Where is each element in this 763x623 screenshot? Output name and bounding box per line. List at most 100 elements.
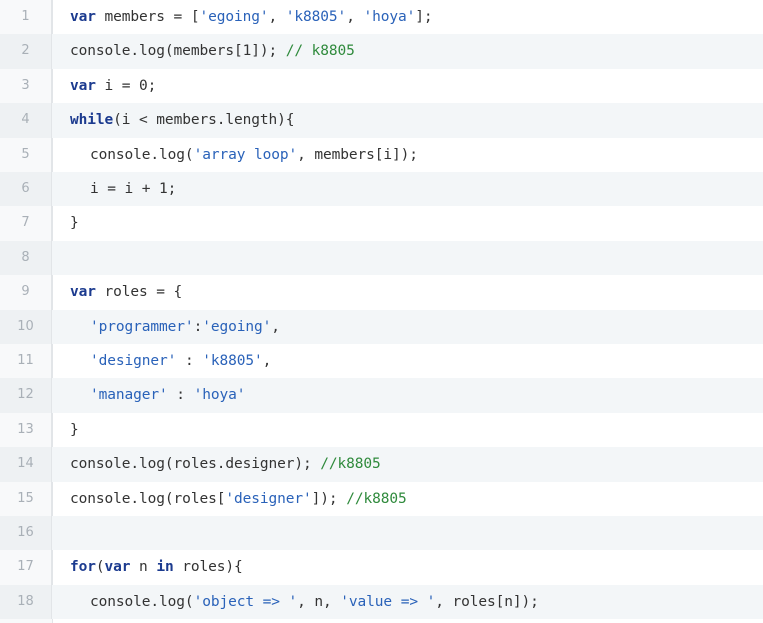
code-line: 13} [0, 412, 763, 448]
code-line: 10 'programmer':'egoing', [0, 309, 763, 344]
string-token: 'designer' [90, 353, 177, 369]
code-line: 1 var members = ['egoing', 'k8805', 'hoya… [0, 0, 763, 35]
code-token: ]); [311, 490, 347, 507]
code-token: (i < members.length){ [113, 112, 295, 129]
line-number: 4 [0, 103, 52, 138]
line-number: 13 [0, 412, 52, 448]
code-token: , [346, 9, 364, 25]
code-line: 4 while(i < members.length){ [0, 103, 763, 138]
line-number: 12 [0, 378, 52, 413]
string-token: 'egoing' [199, 9, 269, 25]
code-line: 3 var i = 0; [0, 68, 763, 104]
code-text: var i = 0; [70, 69, 156, 103]
string-token: 'k8805' [285, 9, 347, 25]
code-text: } [70, 413, 79, 447]
string-token: 'object => ' [193, 593, 298, 610]
line-number: 17 [0, 550, 52, 585]
keyword-token: for [70, 559, 96, 576]
code-token: , [262, 353, 272, 369]
code-token: } [70, 215, 79, 232]
code-text: console.log(roles['designer']); //k8805 [70, 482, 407, 516]
code-line: 7} [0, 206, 763, 241]
code-token: , roles[n]); [435, 593, 539, 610]
line-number: 11 [0, 344, 52, 379]
code-line: 16 [0, 516, 763, 551]
code-token: , n, [297, 593, 341, 610]
comment-token: //k8805 [346, 490, 407, 507]
code-token: : [167, 387, 194, 404]
code-token: members = [ [95, 9, 200, 25]
keyword-token: while [70, 112, 114, 129]
keyword-token: var [70, 9, 96, 25]
code-text: i = i + 1; [90, 172, 176, 206]
line-number: 1 [0, 0, 52, 35]
code-token: : [176, 353, 203, 369]
line-number: 15 [0, 481, 52, 516]
code-text: while(i < members.length){ [70, 103, 294, 137]
code-token: , [271, 318, 280, 335]
code-token: console.log(members[1]); [70, 43, 286, 60]
string-token: 'k8805' [202, 353, 263, 369]
line-number: 6 [0, 172, 52, 207]
code-token: console.log( [90, 593, 194, 610]
code-token: roles = { [95, 284, 183, 301]
code-token: console.log( [90, 146, 194, 163]
code-line: 18 console.log('object => ', n, 'value =>… [0, 584, 763, 620]
string-token: 'hoya' [193, 387, 246, 404]
code-editor[interactable]: 1 var members = ['egoing', 'k8805', 'hoya… [0, 0, 763, 623]
line-number: 14 [0, 447, 52, 482]
code-line: 6 i = i + 1; [0, 172, 763, 207]
keyword-token: in [156, 559, 174, 576]
string-token: 'value => ' [340, 593, 436, 610]
code-text: var roles = { [70, 275, 182, 309]
code-text: 'programmer':'egoing', [90, 310, 280, 344]
line-number: 2 [0, 34, 52, 69]
code-text: console.log(roles.designer); //k8805 [70, 447, 381, 481]
keyword-token: var [70, 77, 96, 94]
code-token: , [268, 9, 286, 25]
code-text: console.log('array loop', members[i]); [90, 138, 418, 172]
string-token: 'egoing' [202, 318, 272, 335]
line-number: 8 [0, 240, 52, 276]
string-token: 'hoya' [363, 9, 416, 25]
code-line: 17 for(var n in roles){ [0, 550, 763, 585]
code-line: 9 var roles = { [0, 275, 763, 310]
code-token: i = 0; [95, 77, 157, 94]
code-line: 2 console.log(members[1]); // k8805 [0, 34, 763, 69]
code-token: n [130, 559, 157, 576]
string-token: 'manager' [90, 387, 168, 404]
line-number: 7 [0, 206, 52, 241]
code-text: 'manager' : 'hoya' [90, 378, 245, 412]
code-line: 8 [0, 240, 763, 276]
code-text: for(var n in roles){ [70, 550, 243, 584]
line-number: 3 [0, 68, 52, 104]
code-token: ]; [415, 9, 433, 25]
code-token: , members[i]); [297, 146, 418, 163]
line-number: 5 [0, 137, 52, 172]
code-text: var members = ['egoing', 'k8805', 'hoya'… [70, 0, 433, 34]
code-text: console.log(members[1]); // k8805 [70, 34, 355, 68]
code-token: i = i + 1; [90, 181, 177, 197]
code-token: console.log(roles.designer); [70, 456, 321, 473]
code-token: ( [95, 559, 105, 576]
code-token: console.log(roles[ [70, 490, 226, 507]
string-token: 'programmer' [90, 318, 194, 335]
code-line: 11 'designer' : 'k8805', [0, 344, 763, 379]
code-line: 12 'manager' : 'hoya' [0, 378, 763, 413]
line-number: 18 [0, 584, 52, 620]
line-number: 10 [0, 309, 52, 344]
code-token: } [70, 421, 79, 438]
string-token: 'designer' [225, 490, 312, 507]
code-text: } [70, 206, 79, 240]
code-line: 5 console.log('array loop', members[i]); [0, 137, 763, 172]
code-token: : [193, 318, 203, 335]
code-text: 'designer' : 'k8805', [90, 344, 271, 378]
string-token: 'array loop' [193, 146, 298, 163]
code-text: console.log('object => ', n, 'value => '… [90, 585, 539, 619]
keyword-token: var [104, 559, 131, 576]
keyword-token: var [70, 284, 96, 301]
code-token: roles){ [173, 559, 243, 576]
code-line: 15 console.log(roles['designer']); //k880… [0, 481, 763, 516]
code-line: 14 console.log(roles.designer); //k8805 [0, 447, 763, 482]
line-number: 9 [0, 275, 52, 310]
